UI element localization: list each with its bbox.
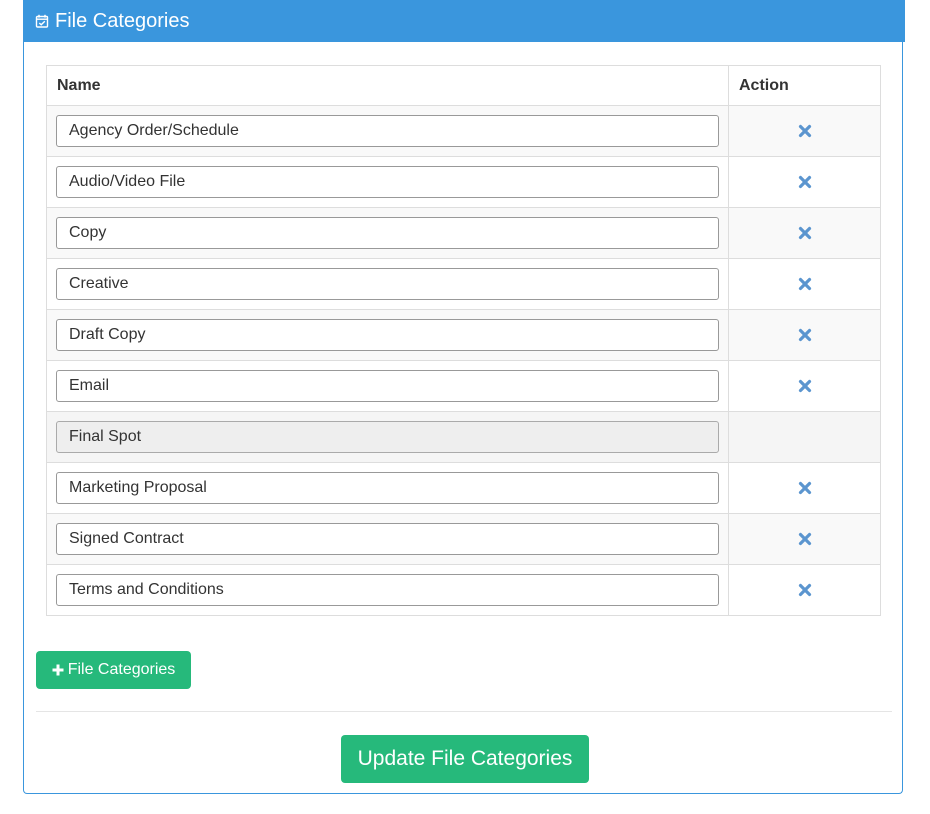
category-name-input[interactable]: [56, 319, 719, 351]
table-header-row: Name Action: [46, 65, 881, 106]
name-cell: [46, 258, 729, 310]
category-name-input[interactable]: [56, 472, 719, 504]
action-cell: [728, 564, 881, 616]
category-name-input[interactable]: [56, 115, 719, 147]
category-name-input[interactable]: [56, 217, 719, 249]
times-icon[interactable]: [798, 277, 812, 291]
times-icon[interactable]: [798, 583, 812, 597]
times-icon[interactable]: [798, 175, 812, 189]
category-name-input[interactable]: [56, 166, 719, 198]
category-name-input[interactable]: [56, 523, 719, 555]
column-header-action: Action: [728, 65, 881, 106]
action-cell: [728, 513, 881, 565]
name-cell: [46, 564, 729, 616]
name-cell: [46, 156, 729, 208]
table-row: [46, 513, 881, 565]
category-name-input: [56, 421, 719, 453]
add-file-category-button[interactable]: File Categories: [36, 651, 191, 689]
action-cell: [728, 360, 881, 412]
name-cell: [46, 360, 729, 412]
name-cell: [46, 513, 729, 565]
update-file-categories-button[interactable]: Update File Categories: [341, 735, 589, 783]
name-cell: [46, 309, 729, 361]
name-cell: [46, 207, 729, 259]
action-cell: [728, 156, 881, 208]
calendar-check-icon: [35, 14, 49, 28]
times-icon[interactable]: [798, 124, 812, 138]
times-icon[interactable]: [798, 226, 812, 240]
action-cell: [728, 105, 881, 157]
table-row: [46, 309, 881, 361]
action-cell: [728, 462, 881, 514]
panel-heading: File Categories: [23, 0, 905, 42]
action-cell: [728, 207, 881, 259]
panel-title: File Categories: [55, 9, 190, 32]
category-name-input[interactable]: [56, 574, 719, 606]
action-cell: [728, 258, 881, 310]
table-row: [46, 360, 881, 412]
plus-icon: [52, 664, 64, 676]
divider: [36, 711, 892, 712]
table-row: [46, 105, 881, 157]
table-row: [46, 564, 881, 616]
column-header-name: Name: [46, 65, 729, 106]
table-row: [46, 462, 881, 514]
action-cell: [728, 309, 881, 361]
times-icon[interactable]: [798, 481, 812, 495]
table-row: [46, 207, 881, 259]
file-categories-panel: File Categories Name Action File Categor…: [23, 0, 905, 794]
file-categories-table: Name Action: [46, 65, 881, 616]
name-cell: [46, 105, 729, 157]
name-cell: [46, 411, 729, 463]
category-name-input[interactable]: [56, 268, 719, 300]
table-row: [46, 156, 881, 208]
table-row: [46, 411, 881, 463]
category-name-input[interactable]: [56, 370, 719, 402]
times-icon[interactable]: [798, 328, 812, 342]
add-file-category-label: File Categories: [67, 661, 176, 678]
times-icon[interactable]: [798, 379, 812, 393]
table-row: [46, 258, 881, 310]
times-icon[interactable]: [798, 532, 812, 546]
action-cell: [728, 411, 881, 463]
name-cell: [46, 462, 729, 514]
